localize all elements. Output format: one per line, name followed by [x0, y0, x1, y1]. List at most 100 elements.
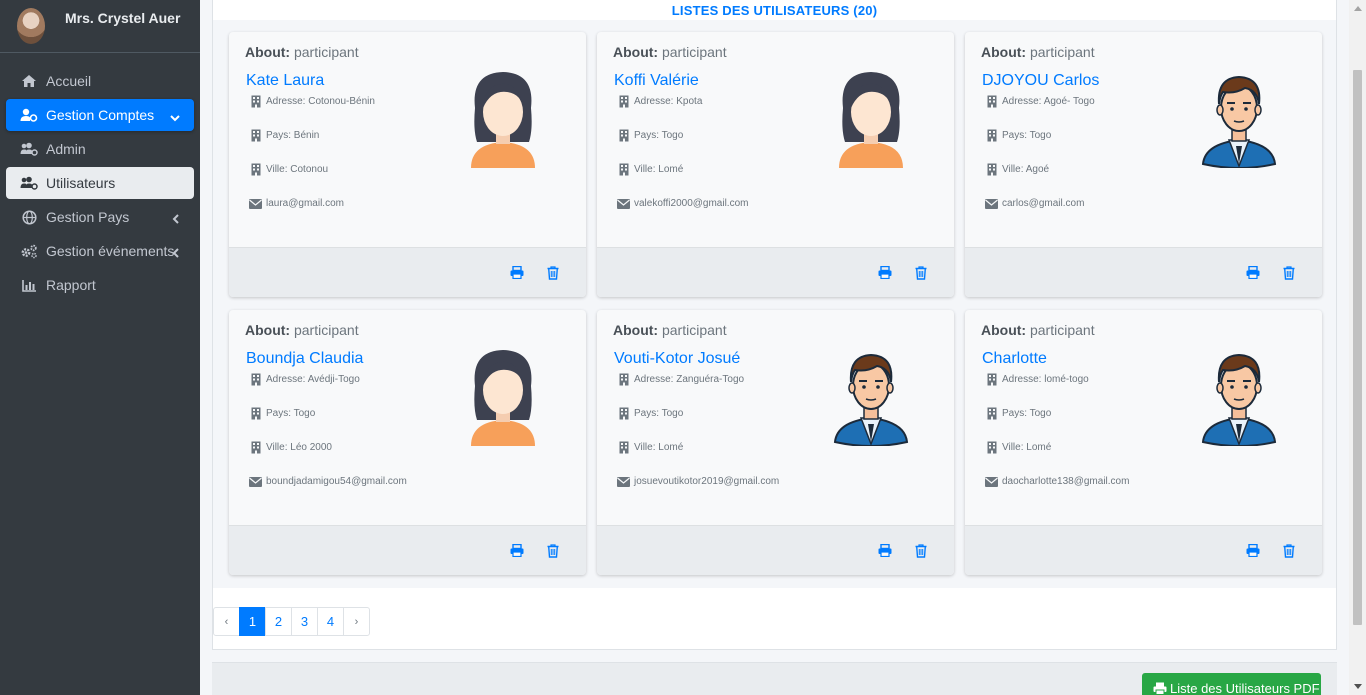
- pays-text: Pays: Togo: [266, 408, 316, 419]
- card-footer: [597, 247, 954, 297]
- email-text: daocharlotte138@gmail.com: [1002, 476, 1130, 487]
- pagination-next[interactable]: ›: [343, 607, 370, 636]
- print-icon[interactable]: [1246, 543, 1260, 558]
- building-icon: [249, 163, 262, 176]
- female-avatar: [463, 68, 543, 168]
- trash-icon[interactable]: [1283, 266, 1297, 280]
- print-icon[interactable]: [510, 265, 524, 280]
- export-pdf-button[interactable]: Liste des Utilisateurs PDF: [1142, 673, 1321, 695]
- user-name: Boundja Claudia: [246, 350, 364, 367]
- about-label: About:: [245, 44, 291, 60]
- scrollbar[interactable]: [1349, 0, 1366, 695]
- sidebar-item-label: Rapport: [46, 277, 96, 293]
- avatar[interactable]: [17, 8, 45, 44]
- print-icon[interactable]: [510, 543, 524, 558]
- chart-bar-icon: [20, 278, 38, 292]
- user-ville: Ville: Lomé: [617, 163, 683, 176]
- sidebar-item-label: Utilisateurs: [46, 175, 116, 191]
- pagination-prev[interactable]: ‹: [213, 607, 240, 636]
- print-icon[interactable]: [878, 265, 892, 280]
- sidebar-item-label: Accueil: [46, 73, 92, 89]
- pagination-page-3[interactable]: 3: [291, 607, 318, 636]
- user-ville: Ville: Léo 2000: [249, 441, 332, 454]
- user-cards-grid: About: participant Kate Laura Adresse: Cot…: [213, 20, 1336, 588]
- pagination-page-2[interactable]: 2: [265, 607, 292, 636]
- adresse-text: Adresse: Avédji-Togo: [266, 374, 360, 385]
- sidebar-item-gestion-pays[interactable]: Gestion Pays: [6, 201, 194, 233]
- female-avatar: [831, 68, 911, 168]
- user-email: laura@gmail.com: [249, 197, 344, 210]
- adresse-text: Adresse: lomé-togo: [1002, 374, 1089, 385]
- scroll-down-arrow-icon[interactable]: [1349, 678, 1366, 695]
- user-ville: Ville: Lomé: [617, 441, 683, 454]
- user-card: About: participant Koffi Valérie Adresse: …: [597, 32, 954, 297]
- user-ville: Ville: Cotonou: [249, 163, 328, 176]
- building-icon: [249, 129, 262, 142]
- user-card: About: participant DJOYOU Carlos Adresse: …: [965, 32, 1322, 297]
- about-value: participant: [1029, 44, 1095, 60]
- card-footer: [229, 247, 586, 297]
- sidebar-nav: Accueil Gestion Comptes Admin Utilisateu…: [0, 53, 200, 301]
- user-adresse: Adresse: Agoé- Togo: [985, 95, 1095, 108]
- user-cog-icon: [20, 108, 38, 122]
- user-adresse: Adresse: Cotonou-Bénin: [249, 95, 375, 108]
- email-text: laura@gmail.com: [266, 198, 344, 209]
- email-text: josuevoutikotor2019@gmail.com: [634, 476, 780, 487]
- user-ville: Ville: Agoé: [985, 163, 1049, 176]
- trash-icon[interactable]: [915, 266, 929, 280]
- about-value: participant: [293, 44, 359, 60]
- about-label: About:: [245, 322, 291, 338]
- ville-text: Ville: Agoé: [1002, 164, 1050, 175]
- about-value: participant: [293, 322, 359, 338]
- users-cog-icon: [20, 176, 38, 190]
- print-icon[interactable]: [878, 543, 892, 558]
- ville-text: Ville: Lomé: [1002, 442, 1052, 453]
- sidebar-item-gestion-evenements[interactable]: Gestion événements: [6, 235, 194, 267]
- user-name[interactable]: Mrs. Crystel Auer: [65, 10, 180, 26]
- user-panel[interactable]: Mrs. Crystel Auer: [0, 0, 200, 53]
- print-icon[interactable]: [1246, 265, 1260, 280]
- building-icon: [617, 407, 630, 420]
- building-icon: [249, 407, 262, 420]
- pagination-page-1[interactable]: 1: [239, 607, 266, 636]
- envelope-icon: [985, 475, 998, 488]
- about-label: About:: [981, 44, 1027, 60]
- user-pays: Pays: Togo: [617, 129, 683, 142]
- user-name: DJOYOU Carlos: [982, 72, 1100, 89]
- adresse-text: Adresse: Cotonou-Bénin: [266, 96, 375, 107]
- sidebar-item-accueil[interactable]: Accueil: [6, 65, 194, 97]
- sidebar-item-label: Admin: [46, 141, 86, 157]
- scrollbar-thumb[interactable]: [1353, 70, 1362, 625]
- sidebar-item-utilisateurs[interactable]: Utilisateurs: [6, 167, 194, 199]
- page-title: LISTES DES UTILISATEURS (20): [671, 3, 878, 18]
- building-icon: [249, 95, 262, 108]
- trash-icon[interactable]: [1283, 544, 1297, 558]
- scroll-up-arrow-icon[interactable]: [1349, 0, 1366, 17]
- sidebar-item-gestion-comptes[interactable]: Gestion Comptes: [6, 99, 194, 131]
- sidebar-item-rapport[interactable]: Rapport: [6, 269, 194, 301]
- trash-icon[interactable]: [547, 266, 561, 280]
- about-value: participant: [661, 44, 727, 60]
- trash-icon[interactable]: [915, 544, 929, 558]
- adresse-text: Adresse: Kpota: [634, 96, 703, 107]
- card-footer: [965, 247, 1322, 297]
- chevron-down-icon: [170, 109, 180, 125]
- about-label: About:: [981, 322, 1027, 338]
- sidebar-item-admin[interactable]: Admin: [6, 133, 194, 165]
- print-icon: [1153, 682, 1167, 695]
- user-name: Koffi Valérie: [614, 72, 699, 89]
- envelope-icon: [985, 197, 998, 210]
- about-label: About:: [613, 322, 659, 338]
- trash-icon[interactable]: [547, 544, 561, 558]
- pagination-page-4[interactable]: 4: [317, 607, 344, 636]
- building-icon: [985, 163, 998, 176]
- pays-text: Pays: Togo: [1002, 408, 1052, 419]
- card-footer: [965, 525, 1322, 575]
- ville-text: Ville: Léo 2000: [266, 442, 332, 453]
- user-adresse: Adresse: Zanguéra-Togo: [617, 373, 744, 386]
- card-footer: [229, 525, 586, 575]
- building-icon: [985, 129, 998, 142]
- user-email: josuevoutikotor2019@gmail.com: [617, 475, 779, 488]
- sidebar-item-label: Gestion Comptes: [46, 107, 155, 123]
- building-icon: [985, 407, 998, 420]
